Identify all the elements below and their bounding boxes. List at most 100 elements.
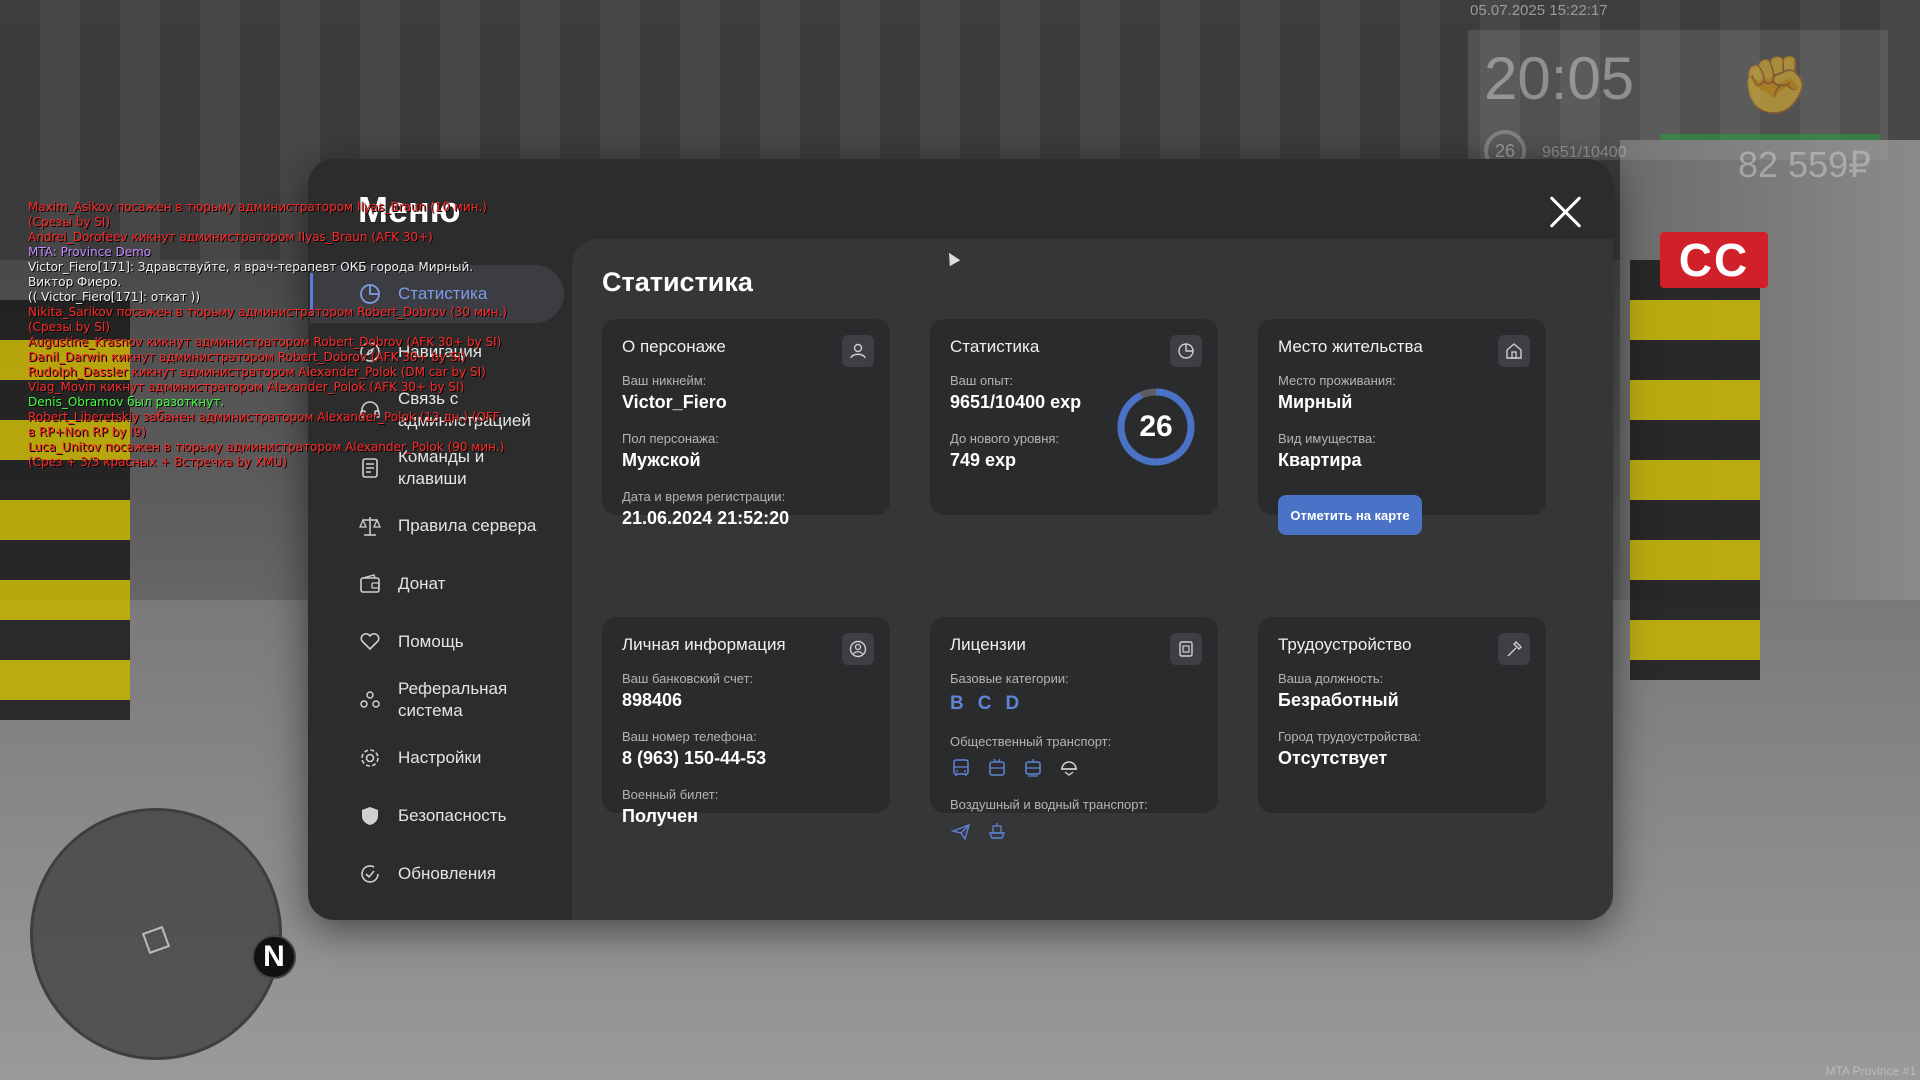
player-marker-icon bbox=[141, 925, 171, 955]
close-button[interactable] bbox=[1548, 194, 1584, 230]
phone-value: 8 (963) 150-44-53 bbox=[622, 748, 767, 768]
page-title: Статистика bbox=[602, 267, 753, 297]
shield-icon bbox=[358, 804, 382, 828]
sidebar-item-rules[interactable]: Правила сервера bbox=[310, 497, 564, 555]
level-value: 26 bbox=[1139, 410, 1173, 443]
card-title: Трудоустройство bbox=[1278, 635, 1412, 654]
scales-icon bbox=[358, 514, 382, 538]
sidebar-item-label: Обновления bbox=[398, 864, 496, 883]
content-panel: Статистика О персонаже Ваш никнейм: Vict… bbox=[572, 239, 1613, 920]
license-categories: B C D bbox=[950, 693, 1019, 715]
chat-line: Nikita_Sarikov посажен в тюрьму админист… bbox=[28, 305, 508, 334]
card-title: Личная информация bbox=[622, 635, 786, 654]
property-label: Вид имущества: bbox=[1278, 431, 1376, 446]
sidebar-item-settings[interactable]: Настройки bbox=[310, 729, 564, 787]
sidebar-item-updates[interactable]: Обновления bbox=[310, 845, 564, 903]
sidebar-item-help[interactable]: Помощь bbox=[310, 613, 564, 671]
chat-line: Andrei_Dorofeev кикнут администратором I… bbox=[28, 230, 433, 244]
chat-line: Denis_Obramov был разоткнут. bbox=[28, 395, 225, 409]
public-transport-label: Общественный транспорт: bbox=[950, 734, 1112, 749]
card-licenses: Лицензии Базовые категории: B C D Общест… bbox=[930, 617, 1218, 841]
fist-icon: ✊ bbox=[1740, 53, 1810, 116]
employment-city-label: Город трудоустройства: bbox=[1278, 729, 1422, 744]
bank-value: 898406 bbox=[622, 690, 683, 710]
card-character: О персонаже Ваш никнейм: Victor_Fiero По… bbox=[602, 319, 890, 528]
chat-line: MTA: Province Demo bbox=[28, 245, 152, 259]
chat-line: (( Victor_Fiero[171]: откат )) bbox=[28, 290, 201, 304]
chat-line: Rudolph_Dassler кикнут администратором A… bbox=[28, 365, 486, 379]
card-statistics: Статистика Ваш опыт: 9651/10400 exp До н… bbox=[930, 319, 1218, 515]
chat-line: Maxim_Asikov посажен в тюрьму администра… bbox=[28, 200, 487, 229]
residence-value: Мирный bbox=[1278, 392, 1353, 412]
reg-date-value: 21.06.2024 21:52:20 bbox=[622, 508, 790, 528]
gear-icon bbox=[358, 746, 382, 770]
card-title: Место жительства bbox=[1278, 337, 1423, 356]
boat-icon bbox=[986, 820, 1008, 842]
nickname-label: Ваш никнейм: bbox=[622, 373, 707, 388]
chat-line: Vlag_Movin кикнут администратором Alexan… bbox=[28, 380, 465, 394]
home-icon bbox=[1498, 335, 1530, 367]
sidebar-item-label: Реферальная система bbox=[398, 679, 508, 720]
people-icon bbox=[358, 688, 382, 712]
gender-value: Мужской bbox=[622, 450, 701, 470]
category-d: D bbox=[1005, 693, 1020, 714]
refresh-check-icon bbox=[358, 862, 382, 886]
next-level-value: 749 exp bbox=[950, 450, 1017, 470]
hud-money: 82 559₽ bbox=[1738, 144, 1872, 185]
id-card-icon bbox=[1170, 633, 1202, 665]
exp-label: Ваш опыт: bbox=[950, 373, 1014, 388]
hammer-icon bbox=[1498, 633, 1530, 665]
tram-icon bbox=[1022, 757, 1044, 779]
card-employment: Трудоустройство Ваша должность: Безработ… bbox=[1258, 617, 1546, 813]
public-transport-icons bbox=[950, 757, 1080, 779]
sidebar-item-label: Помощь bbox=[398, 632, 464, 651]
sidebar-item-security[interactable]: Безопасность bbox=[310, 787, 564, 845]
air-water-transport-icons bbox=[950, 820, 1008, 842]
chat-line: Victor_Fiero[171]: Здравствуйте, я врач-… bbox=[28, 260, 474, 289]
cc-sign: CC bbox=[1660, 232, 1768, 288]
chat-line: Augustine_Krasnov кикнут администратором… bbox=[28, 335, 502, 349]
category-c: C bbox=[977, 693, 992, 714]
nickname-value: Victor_Fiero bbox=[622, 392, 727, 412]
compass-north-icon: N bbox=[252, 935, 296, 979]
hud-datetime: 05.07.2025 15:22:17 bbox=[1470, 2, 1608, 19]
next-level-label: До нового уровня: bbox=[950, 431, 1060, 446]
mark-on-map-button[interactable]: Отметить на карте bbox=[1278, 495, 1422, 535]
sidebar-item-label: Донат bbox=[398, 574, 446, 593]
bus-icon bbox=[950, 757, 972, 779]
card-title: О персонаже bbox=[622, 337, 726, 356]
hud-time: 20:05 bbox=[1484, 45, 1635, 112]
category-b: B bbox=[950, 693, 964, 714]
sidebar-item-label: Настройки bbox=[398, 748, 482, 767]
card-personal-info: Личная информация Ваш банковский счет: 8… bbox=[602, 617, 890, 826]
sidebar-item-label: Безопасность bbox=[398, 806, 507, 825]
minimap bbox=[30, 808, 282, 1060]
user-icon bbox=[842, 335, 874, 367]
sidebar-item-referral[interactable]: Реферальная система bbox=[310, 671, 564, 729]
trolleybus-icon bbox=[986, 757, 1008, 779]
military-value: Получен bbox=[622, 806, 699, 826]
employment-city-value: Отсутствует bbox=[1278, 748, 1388, 768]
phone-label: Ваш номер телефона: bbox=[622, 729, 757, 744]
hud-health-bar bbox=[1660, 134, 1880, 140]
chat-log: Maxim_Asikov посажен в тюрьму администра… bbox=[28, 200, 508, 470]
helmet-icon bbox=[1058, 757, 1080, 779]
chat-line: Luca_Unitov посажен в тюрьму администрат… bbox=[28, 440, 505, 469]
residence-label: Место проживания: bbox=[1278, 373, 1396, 388]
pillar-right bbox=[1630, 260, 1760, 680]
card-residence: Место жительства Место проживания: Мирны… bbox=[1258, 319, 1546, 535]
sidebar-item-label: Правила сервера bbox=[398, 516, 537, 535]
plane-icon bbox=[950, 820, 972, 842]
gender-label: Пол персонажа: bbox=[622, 431, 719, 446]
air-water-transport-label: Воздушный и водный транспорт: bbox=[950, 797, 1148, 812]
server-watermark: MTA Province #1 bbox=[1825, 1064, 1916, 1078]
military-label: Военный билет: bbox=[622, 787, 719, 802]
bank-label: Ваш банковский счет: bbox=[622, 671, 754, 686]
base-categories-label: Базовые категории: bbox=[950, 671, 1069, 686]
user-circle-icon bbox=[842, 633, 874, 665]
card-title: Лицензии bbox=[950, 635, 1026, 654]
exp-value: 9651/10400 exp bbox=[950, 392, 1082, 412]
heart-hand-icon bbox=[358, 630, 382, 654]
sidebar-item-donate[interactable]: Донат bbox=[310, 555, 564, 613]
position-value: Безработный bbox=[1278, 690, 1399, 710]
